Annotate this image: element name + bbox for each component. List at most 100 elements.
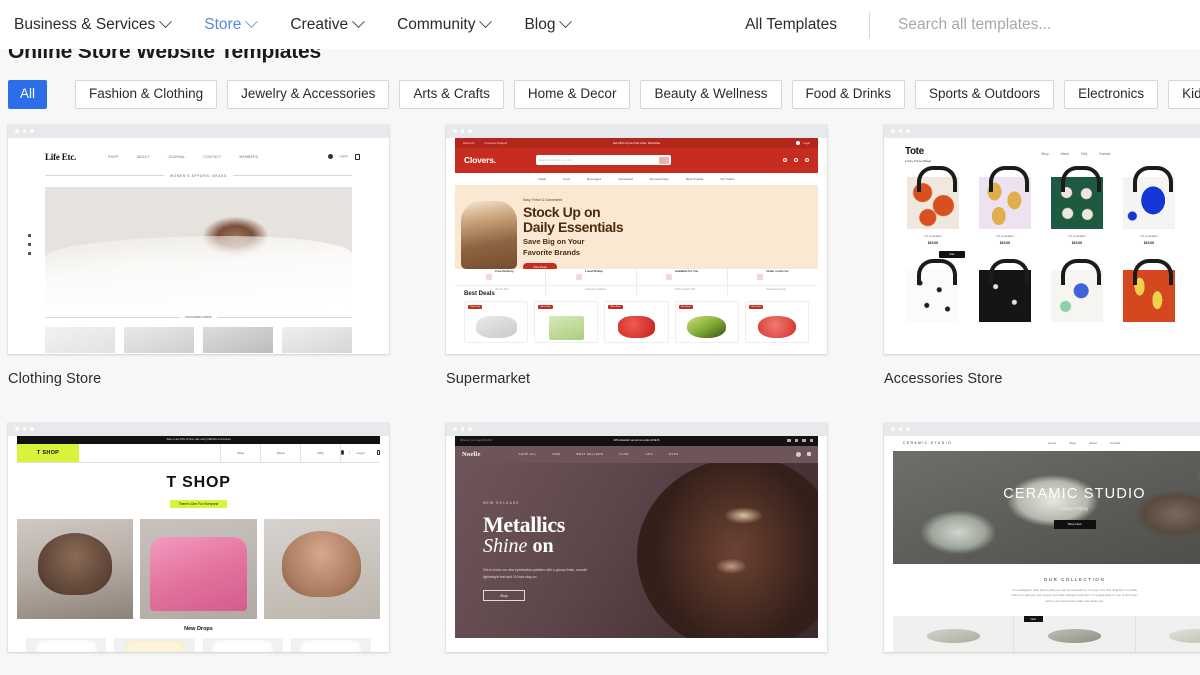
nav-item-label: Community — [397, 15, 476, 33]
template-card-title — [446, 652, 827, 669]
hero-tagline-pill: There's One For Everyone — [169, 499, 228, 508]
filter-chip-beauty-wellness[interactable]: Beauty & Wellness — [640, 80, 782, 109]
product-image — [1169, 629, 1200, 643]
mini-nav-item: FACE — [619, 452, 629, 456]
template-thumbnail[interactable]: CERAMIC STUDIO Home Shop About Contact C… — [884, 422, 1200, 652]
template-thumbnail[interactable]: Tote Funky Printed Bags Shop About FAQ C… — [884, 124, 1200, 354]
product-cell: I'm a product $15.00 — [1121, 165, 1177, 245]
mini-site-header: Life Etc. SHOP ABOUT JOURNAL CONTACT MEM… — [17, 138, 380, 162]
product-thumb — [203, 326, 273, 353]
mini-site-account-group: Log In — [327, 153, 360, 160]
nav-item-blog[interactable]: Blog — [524, 10, 586, 40]
filter-chip-electronics[interactable]: Electronics — [1064, 80, 1159, 109]
mini-nav-item: JOURNAL — [167, 154, 186, 159]
account-icon — [327, 154, 333, 159]
model-photo — [263, 518, 380, 619]
thumbnail-frame: Life Etc. SHOP ABOUT JOURNAL CONTACT MEM… — [17, 137, 380, 354]
search-box[interactable] — [870, 0, 1200, 49]
filter-chip-home-decor[interactable]: Home & Decor — [513, 80, 631, 109]
chevron-down-icon — [559, 15, 573, 29]
mini-nav-item: Deals — [538, 176, 547, 181]
template-card-clothing-store[interactable]: Life Etc. SHOP ABOUT JOURNAL CONTACT MEM… — [8, 124, 389, 387]
mini-site-section-body: I'm a paragraph. Click here to add your … — [1011, 587, 1138, 603]
product-cell — [1049, 258, 1105, 322]
filter-chip-fashion-clothing[interactable]: Fashion & Clothing — [75, 80, 218, 109]
rule-line — [217, 316, 353, 318]
product-card — [114, 637, 195, 652]
filter-chip-kids-babies[interactable]: Kids & Babies — [1168, 80, 1200, 109]
template-card-accessories-store[interactable]: Tote Funky Printed Bags Shop About FAQ C… — [884, 124, 1200, 387]
browser-chrome-bar — [446, 124, 827, 138]
account-group: Log In — [340, 443, 380, 462]
rule-line — [233, 175, 353, 176]
window-dot-icon — [460, 129, 464, 133]
nav-item-store[interactable]: Store — [204, 10, 272, 40]
mini-site-header: Noelle SHOP ALL NEW BEST SELLERS FACE LI… — [455, 445, 818, 463]
mini-site-eyebrow: WOMEN'S APPAREL BRAND — [169, 173, 228, 178]
hero-headline-2: Daily Essentials — [523, 218, 624, 235]
basket-icon — [576, 273, 583, 280]
filter-chip-all[interactable]: All — [8, 80, 48, 109]
product-price: $15.00 — [1143, 240, 1155, 245]
nav-item-creative[interactable]: Creative — [290, 10, 379, 40]
product-image — [300, 639, 362, 652]
filter-chip-arts-crafts[interactable]: Arts & Crafts — [399, 80, 504, 109]
mini-site-section-row: FEATURED ITEMS — [45, 315, 353, 319]
search-input[interactable] — [898, 15, 1200, 34]
template-thumbnail[interactable]: Life Etc. SHOP ABOUT JOURNAL CONTACT MEM… — [8, 124, 389, 354]
product-card — [1014, 616, 1136, 652]
window-dot-icon — [30, 129, 34, 133]
mini-nav-item: BEST SELLERS — [576, 452, 604, 456]
chevron-down-icon — [245, 15, 259, 29]
window-dot-icon — [891, 427, 895, 431]
mini-site-hero-image — [45, 186, 352, 305]
window-dot-icon — [453, 427, 457, 431]
hero-subhead-1: Save Big on Your — [523, 236, 585, 246]
template-card-title: Supermarket — [446, 370, 531, 387]
chevron-down-icon — [352, 15, 365, 29]
template-card-t-shop[interactable]: Take a cart 20% off item sale using TEES… — [8, 422, 389, 669]
product-image — [35, 639, 97, 652]
feature-sub: To Your Door — [495, 288, 509, 291]
template-thumbnail[interactable]: About Us Customer Support Get 15% off yo… — [446, 124, 827, 354]
product-cell — [977, 258, 1033, 322]
template-thumbnail[interactable]: Take a cart 20% off item sale using TEES… — [8, 422, 389, 652]
heart-icon — [794, 158, 798, 162]
mini-site-nav: Shop About FAQ Contact — [1041, 147, 1110, 156]
nav-item-business-services[interactable]: Business & Services — [14, 10, 186, 40]
filter-chip-sports-outdoors[interactable]: Sports & Outdoors — [915, 80, 1055, 109]
hero-eyebrow: Easy, Fresh & Convenient — [523, 197, 563, 202]
deal-badge: Best Deal — [538, 304, 553, 309]
search-placeholder-text: What are you searching for? — [460, 439, 493, 442]
filter-chip-food-drinks[interactable]: Food & Drinks — [791, 80, 906, 109]
template-card-ceramic-studio[interactable]: CERAMIC STUDIO Home Shop About Contact C… — [884, 422, 1200, 669]
mini-site-product-grid — [893, 258, 1200, 322]
template-card-title: Accessories Store — [884, 370, 1003, 387]
thumbnail-frame: Take a cart 20% off item sale using TEES… — [17, 435, 380, 652]
model-photo — [17, 518, 134, 619]
window-dot-icon — [891, 129, 895, 133]
mini-nav-item: Food — [563, 176, 570, 181]
mini-site-nav: Deals Food Beverages Household Personal … — [455, 172, 818, 185]
product-card: Best Deal — [464, 300, 529, 343]
product-cell: I'm a product $15.00 — [1049, 165, 1105, 245]
search-placeholder-text: Search a product e.g. milk — [538, 158, 572, 162]
hero-subhead-2: Favorite Brands — [523, 247, 581, 257]
template-card-supermarket[interactable]: About Us Customer Support Get 15% off yo… — [446, 124, 827, 387]
hero-cta-button: Shop Now — [1053, 519, 1096, 529]
browser-chrome-bar — [884, 422, 1200, 436]
facebook-icon — [794, 438, 798, 443]
template-card-beauty-store[interactable]: What are you searching for? 30% sitewide… — [446, 422, 827, 669]
hero-image-strip — [17, 518, 380, 619]
nav-item-community[interactable]: Community — [397, 10, 506, 40]
social-icons — [787, 438, 813, 443]
feature-sub: Download Our App — [766, 288, 786, 291]
filter-chip-jewelry-accessories[interactable]: Jewelry & Accessories — [227, 80, 390, 109]
template-thumbnail[interactable]: What are you searching for? 30% sitewide… — [446, 422, 827, 652]
primary-nav: Business & Services Store Creative Commu… — [14, 10, 604, 40]
mini-site-section-title: New Drops — [184, 625, 213, 632]
template-card-title — [8, 652, 389, 669]
deal-badge: Best Deal — [468, 304, 483, 309]
product-name: I'm a product — [924, 233, 942, 238]
all-templates-link[interactable]: All Templates — [745, 16, 869, 34]
